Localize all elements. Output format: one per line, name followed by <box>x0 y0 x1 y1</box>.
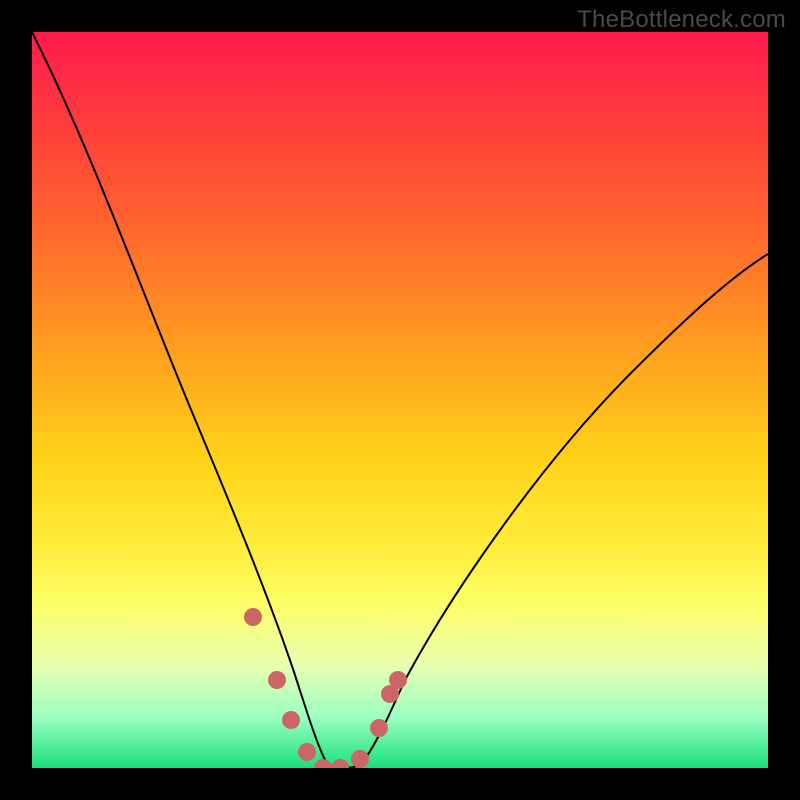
chart-svg <box>32 32 768 768</box>
marker-dot <box>389 671 407 689</box>
marker-dot <box>282 711 300 729</box>
bottleneck-curve <box>32 32 768 768</box>
marker-dot <box>268 671 286 689</box>
plot-area <box>32 32 768 768</box>
chart-frame: TheBottleneck.com <box>0 0 800 800</box>
marker-dot <box>244 608 262 626</box>
marker-dot <box>370 719 388 737</box>
marker-dot <box>331 759 349 768</box>
marker-dot <box>351 750 369 768</box>
marker-dot <box>298 743 316 761</box>
marker-dot <box>314 759 332 768</box>
watermark-text: TheBottleneck.com <box>577 6 786 34</box>
marker-group <box>244 608 407 768</box>
